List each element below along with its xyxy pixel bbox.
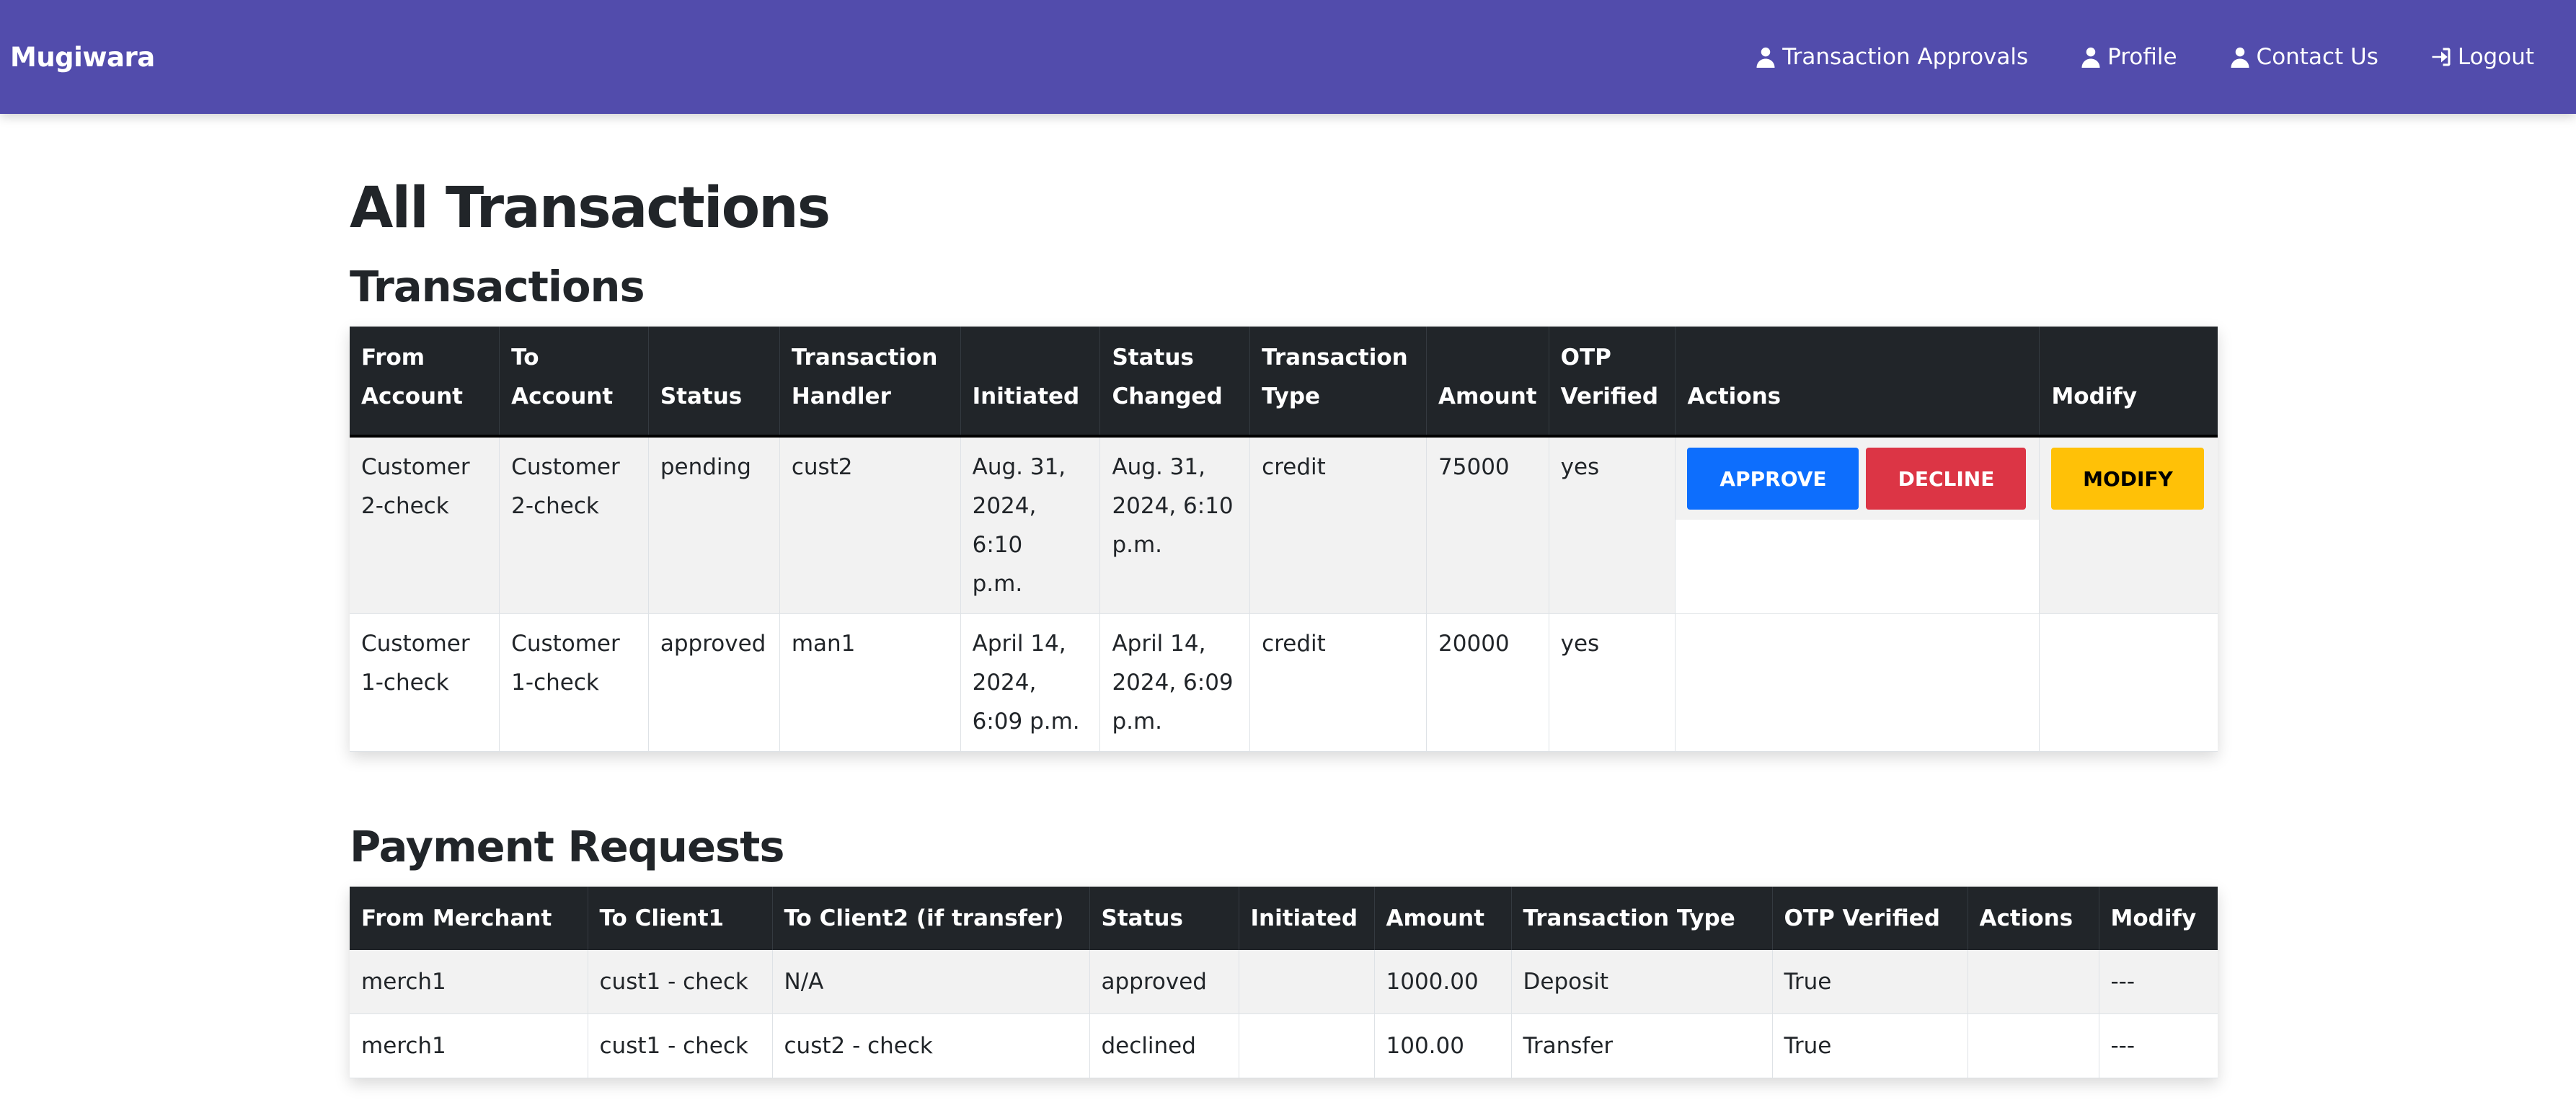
cell-type: Transfer bbox=[1511, 1013, 1773, 1078]
cell-type: Deposit bbox=[1511, 950, 1773, 1014]
cell-initiated bbox=[1239, 950, 1375, 1014]
nav-contact-us[interactable]: Contact Us bbox=[2229, 44, 2378, 70]
approve-button[interactable]: Approve bbox=[1687, 448, 1859, 510]
nav-logout[interactable]: Logout bbox=[2430, 44, 2534, 70]
col-initiated: Initiated bbox=[1239, 887, 1375, 950]
transactions-table: From Account To Account Status Transaction… bbox=[350, 327, 2218, 752]
user-icon bbox=[2231, 47, 2249, 68]
nav-profile[interactable]: Profile bbox=[2080, 44, 2177, 70]
cell-handler: cust2 bbox=[779, 436, 961, 614]
user-icon bbox=[1756, 47, 1775, 68]
main-content: All Transactions Transactions From Accoun… bbox=[350, 180, 2218, 1078]
cell-to-account: Customer 2-check bbox=[499, 436, 649, 614]
user-icon bbox=[2081, 47, 2100, 68]
cell-from-account: Customer 2-check bbox=[350, 436, 500, 614]
cell-otp: True bbox=[1772, 950, 1968, 1014]
col-to-client1: To Client1 bbox=[588, 887, 773, 950]
cell-actions bbox=[1968, 950, 2099, 1014]
modify-button[interactable]: Modify bbox=[2051, 448, 2205, 510]
decline-button[interactable]: Decline bbox=[1866, 448, 2027, 510]
cell-from-merchant: merch1 bbox=[350, 950, 588, 1014]
table-header-row: From Account To Account Status Transaction… bbox=[350, 327, 2218, 438]
table-row: Customer 2-check Customer 2-check pending … bbox=[350, 436, 2218, 614]
cell-status: declined bbox=[1089, 1013, 1239, 1078]
action-buttons: Approve Decline bbox=[1676, 438, 2040, 520]
cell-initiated: Aug. 31, 2024, 6:10 p.m. bbox=[960, 436, 1101, 614]
cell-status: approved bbox=[1089, 950, 1239, 1014]
table-row: Customer 1-check Customer 1-check approved… bbox=[350, 613, 2218, 752]
cell-to-client2: N/A bbox=[772, 950, 1090, 1014]
cell-amount: 100.00 bbox=[1374, 1013, 1512, 1078]
col-transaction-type: Transaction Type bbox=[1249, 327, 1428, 438]
col-actions: Actions bbox=[1968, 887, 2099, 950]
col-from-merchant: From Merchant bbox=[350, 887, 588, 950]
brand-logo[interactable]: Mugiwara bbox=[10, 42, 155, 73]
col-transaction-type: Transaction Type bbox=[1511, 887, 1773, 950]
col-status-changed: Status Changed bbox=[1099, 327, 1251, 438]
cell-otp: True bbox=[1772, 1013, 1968, 1078]
transactions-title: Transactions bbox=[350, 262, 645, 311]
nav-transaction-approvals[interactable]: Transaction Approvals bbox=[1755, 44, 2028, 70]
cell-otp: yes bbox=[1549, 436, 1676, 614]
nav-links: Transaction Approvals Profile Contact Us… bbox=[1755, 44, 2534, 70]
cell-amount: 1000.00 bbox=[1374, 950, 1512, 1014]
table-row: merch1 cust1 - check N/A approved 1000.0… bbox=[350, 950, 2218, 1014]
cell-status: approved bbox=[648, 613, 780, 752]
cell-status-changed: Aug. 31, 2024, 6:10 p.m. bbox=[1099, 436, 1251, 614]
col-otp-verified: OTP Verified bbox=[1772, 887, 1968, 950]
cell-status: pending bbox=[648, 436, 780, 614]
col-amount: Amount bbox=[1426, 327, 1549, 438]
cell-initiated: April 14, 2024, 6:09 p.m. bbox=[960, 613, 1101, 752]
logout-icon bbox=[2432, 48, 2451, 66]
cell-amount: 20000 bbox=[1426, 613, 1549, 752]
col-to-client2: To Client2 (if transfer) bbox=[772, 887, 1090, 950]
col-otp-verified: OTP Verified bbox=[1549, 327, 1676, 438]
table-row: merch1 cust1 - check cust2 - check decli… bbox=[350, 1013, 2218, 1078]
cell-to-account: Customer 1-check bbox=[499, 613, 649, 752]
cell-otp: yes bbox=[1549, 613, 1676, 752]
col-from-account: From Account bbox=[350, 327, 500, 438]
cell-from-account: Customer 1-check bbox=[350, 613, 500, 752]
nav-link-label: Transaction Approvals bbox=[1782, 44, 2029, 70]
table-header-row: From Merchant To Client1 To Client2 (if … bbox=[350, 887, 2218, 950]
nav-link-label: Logout bbox=[2457, 44, 2534, 70]
cell-modify bbox=[2039, 613, 2218, 752]
cell-initiated bbox=[1239, 1013, 1375, 1078]
cell-to-client1: cust1 - check bbox=[588, 950, 773, 1014]
cell-actions bbox=[1968, 1013, 2099, 1078]
navbar: Mugiwara Transaction Approvals Profile C… bbox=[0, 0, 2576, 114]
cell-type: credit bbox=[1249, 613, 1428, 752]
cell-modify: --- bbox=[2099, 950, 2218, 1014]
nav-link-label: Profile bbox=[2107, 44, 2177, 70]
page-title: All Transactions bbox=[350, 176, 831, 241]
col-actions: Actions bbox=[1675, 327, 2040, 438]
cell-handler: man1 bbox=[779, 613, 961, 752]
cell-status-changed: April 14, 2024, 6:09 p.m. bbox=[1099, 613, 1251, 752]
col-transaction-handler: Transaction Handler bbox=[779, 327, 961, 438]
col-modify: Modify bbox=[2039, 327, 2218, 438]
cell-amount: 75000 bbox=[1426, 436, 1549, 614]
payment-requests-title: Payment Requests bbox=[350, 822, 785, 871]
cell-to-client1: cust1 - check bbox=[588, 1013, 773, 1078]
col-status: Status bbox=[1089, 887, 1239, 950]
cell-modify: --- bbox=[2099, 1013, 2218, 1078]
col-amount: Amount bbox=[1374, 887, 1512, 950]
cell-to-client2: cust2 - check bbox=[772, 1013, 1090, 1078]
payment-requests-table: From Merchant To Client1 To Client2 (if … bbox=[350, 887, 2218, 1078]
cell-actions bbox=[1675, 613, 2040, 752]
col-modify: Modify bbox=[2099, 887, 2218, 950]
col-initiated: Initiated bbox=[960, 327, 1101, 438]
col-to-account: To Account bbox=[499, 327, 649, 438]
cell-modify: Modify bbox=[2039, 436, 2218, 614]
cell-from-merchant: merch1 bbox=[350, 1013, 588, 1078]
cell-actions: Approve Decline bbox=[1675, 436, 2040, 614]
nav-link-label: Contact Us bbox=[2256, 44, 2378, 70]
col-status: Status bbox=[648, 327, 780, 438]
cell-type: credit bbox=[1249, 436, 1428, 614]
